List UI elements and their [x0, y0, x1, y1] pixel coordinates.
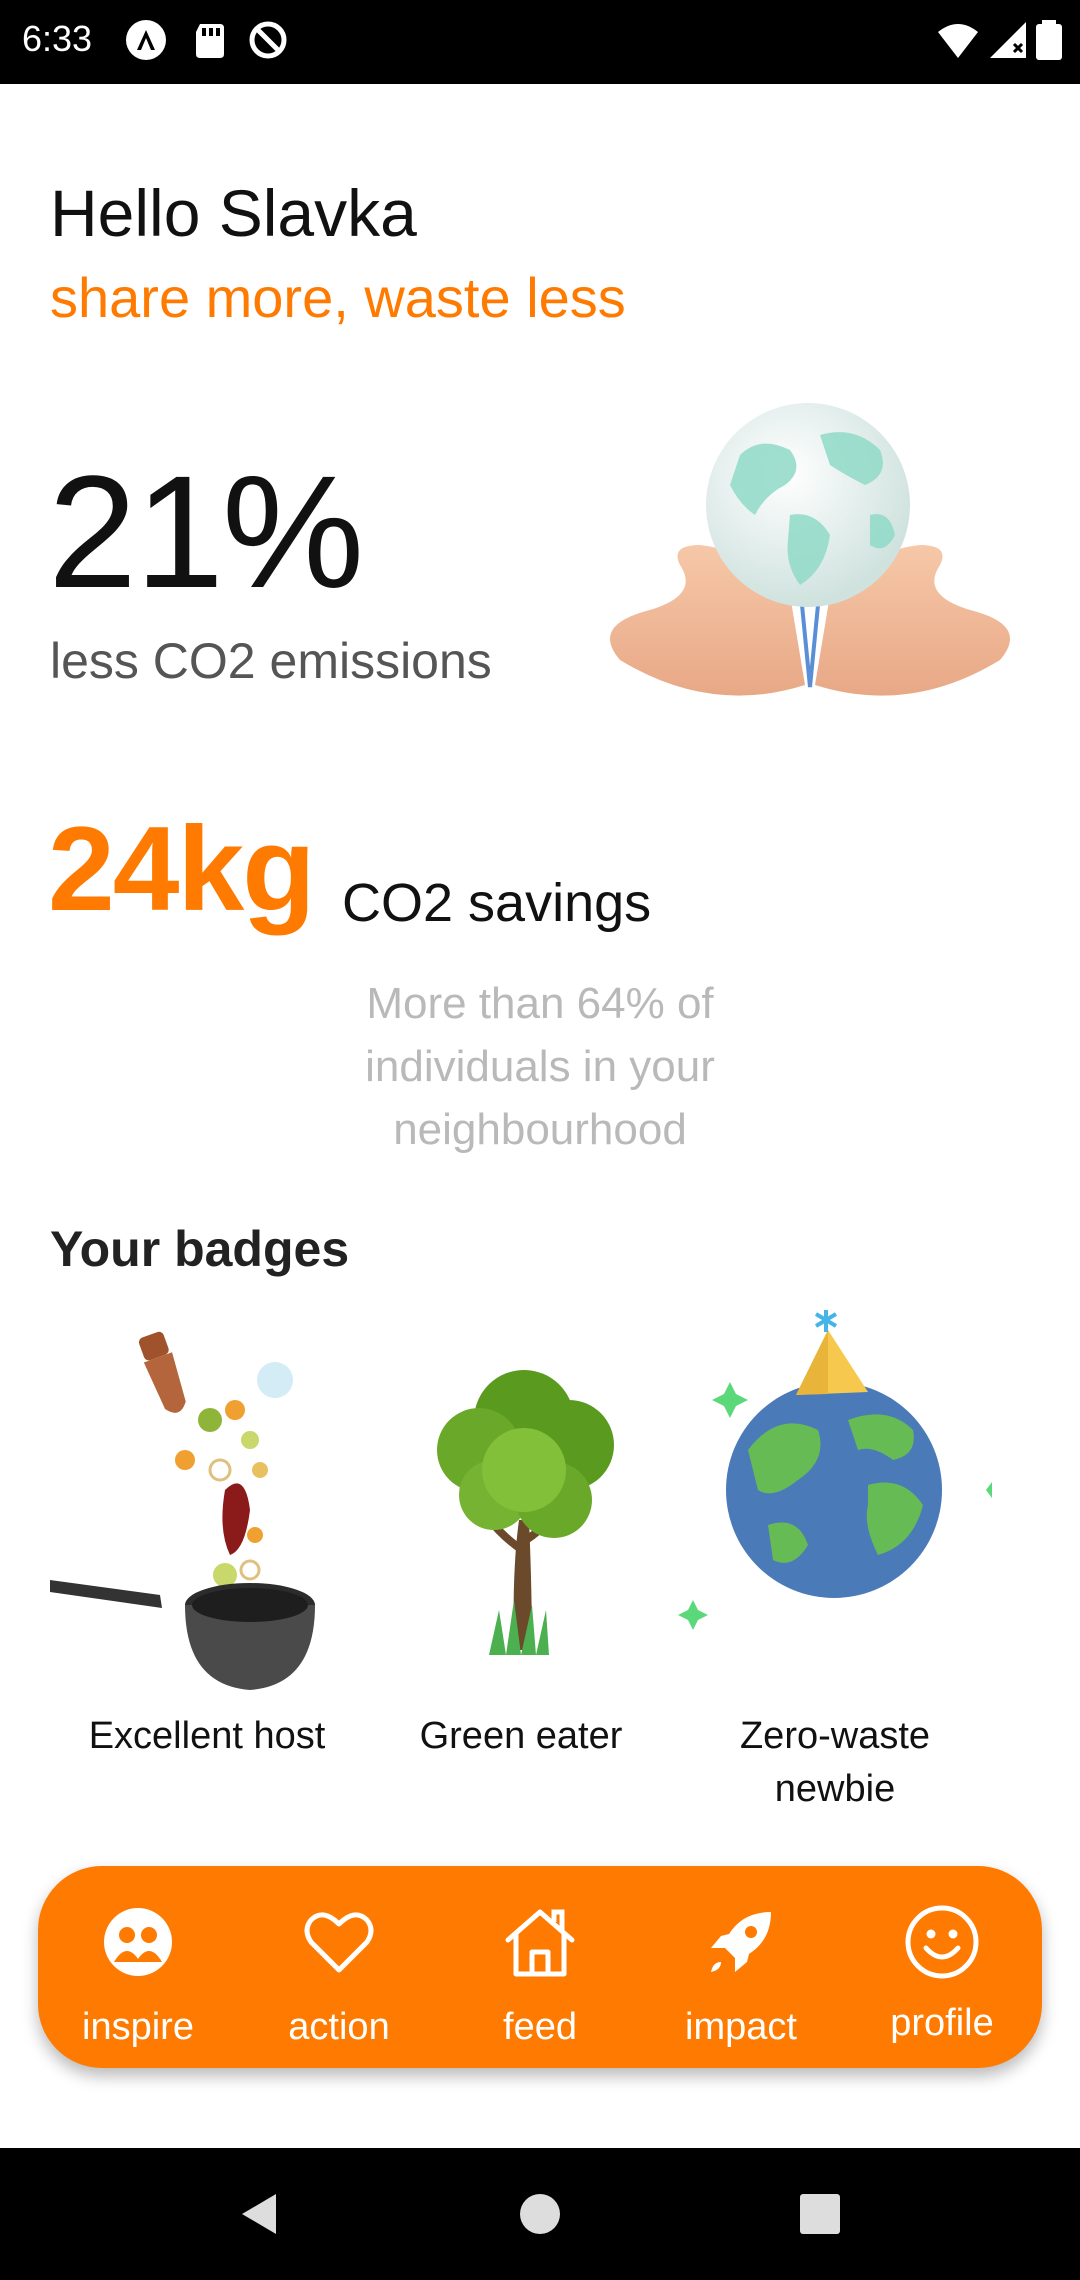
status-bar: 6:33 — [0, 0, 1080, 84]
recents-icon[interactable] — [796, 2190, 844, 2238]
tab-profile[interactable]: profile — [842, 1866, 1042, 2068]
tab-inspire[interactable]: inspire — [38, 1866, 238, 2068]
emission-percent: 21% — [48, 442, 364, 621]
greeting: Hello Slavka — [50, 176, 417, 250]
signal-icon — [990, 22, 1026, 58]
home-button-icon[interactable] — [516, 2190, 564, 2238]
tab-feed[interactable]: feed — [440, 1866, 640, 2068]
tab-label: profile — [890, 2002, 994, 2044]
status-time: 6:33 — [22, 18, 93, 59]
tab-label: impact — [685, 2006, 797, 2048]
tagline: share more, waste less — [50, 266, 626, 329]
people-icon — [104, 1908, 172, 1976]
tab-action[interactable]: action — [239, 1866, 439, 2068]
badge-label: Excellent host — [88, 1715, 326, 1757]
tab-label: inspire — [82, 2006, 194, 2048]
tab-impact[interactable]: impact — [641, 1866, 841, 2068]
badge-label: Green eater — [419, 1715, 623, 1757]
system-nav-bar — [0, 2148, 1080, 2280]
battery-icon — [1036, 20, 1062, 60]
sd-card-icon — [196, 24, 224, 58]
heart-icon — [304, 1912, 374, 1973]
badge-zero-waste-newbie[interactable]: Zero-waste newbie — [678, 1310, 992, 1830]
party-globe-icon — [678, 1310, 992, 1630]
badge-excellent-host[interactable]: Excellent host — [50, 1310, 364, 1830]
home-icon — [505, 1909, 575, 1977]
tree-icon — [437, 1370, 614, 1655]
emission-label: less CO2 emissions — [50, 633, 492, 689]
tab-label: action — [288, 2006, 390, 2048]
back-icon[interactable] — [236, 2190, 284, 2238]
a-logo-icon — [126, 20, 166, 60]
badges-title: Your badges — [50, 1221, 350, 1277]
globe-in-hands-icon — [610, 403, 1010, 696]
rocket-icon — [711, 1912, 771, 1972]
badge-green-eater[interactable]: Green eater — [364, 1310, 678, 1830]
smile-icon — [905, 1905, 979, 1979]
tab-label: feed — [503, 2006, 577, 2048]
wifi-icon — [938, 24, 978, 58]
no-sync-icon — [249, 21, 287, 59]
savings-note: More than 64% of individuals in your nei… — [365, 979, 715, 1154]
badge-label: Zero-waste newbie — [739, 1715, 931, 1810]
savings-label: CO2 savings — [342, 873, 652, 933]
savings-amount: 24kg — [48, 802, 316, 936]
bottom-tab-bar: inspire action feed impact profile — [38, 1866, 1042, 2068]
cooking-pot-icon — [50, 1331, 315, 1690]
